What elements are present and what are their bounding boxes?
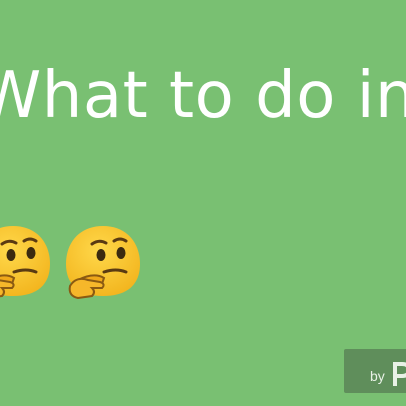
slide-headline: What to do in Nepal bbox=[0, 59, 406, 133]
watermark-by-label: by bbox=[370, 368, 385, 384]
brand-logo-icon bbox=[393, 362, 406, 386]
thinking-face-icon bbox=[0, 226, 50, 298]
slide-canvas: What to do in Nepal bbox=[0, 0, 406, 406]
thinking-face-icon bbox=[66, 226, 140, 300]
watermark-badge[interactable]: by bbox=[344, 349, 406, 393]
